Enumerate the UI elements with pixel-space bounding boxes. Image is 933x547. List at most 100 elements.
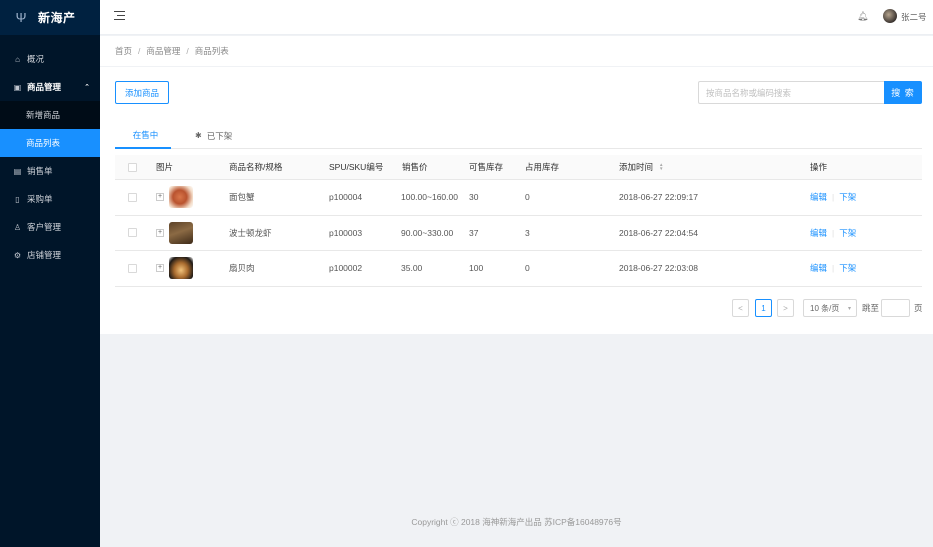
product-code: p100002	[329, 263, 363, 274]
user-name[interactable]: 张二号	[901, 11, 927, 23]
sidebar-item-label: 客户管理	[27, 222, 62, 232]
product-added-time: 2018-06-27 22:03:08	[619, 263, 698, 274]
product-reserved: 0	[525, 263, 530, 274]
sidebar-item-product-list[interactable]: 商品列表	[0, 129, 100, 157]
action-divider: |	[832, 227, 835, 238]
column-header-reserved: 占用库存	[525, 162, 560, 172]
sidebar-item-sales-order[interactable]: ▤ 销售单	[0, 157, 100, 185]
expand-row-button[interactable]: +	[156, 193, 164, 202]
file-icon: ▯	[15, 194, 20, 204]
sort-icon[interactable]: ▲ ▼	[659, 162, 663, 171]
row-checkbox[interactable]	[128, 192, 137, 202]
tab-label: 在售中	[132, 129, 159, 140]
sidebar-item-label: 新增商品	[26, 110, 61, 120]
tab-on-sale[interactable]: 在售中	[115, 122, 171, 149]
top-header: 🔔︎ 张二号	[100, 0, 933, 35]
row-checkbox[interactable]	[128, 263, 137, 273]
product-stock: 100	[469, 263, 484, 274]
page-size-select[interactable]: 10 条/页 ▾	[803, 299, 857, 317]
column-header-name: 商品名称/规格	[229, 162, 283, 172]
sidebar-item-label: 商品列表	[26, 138, 61, 148]
prev-page-button[interactable]: <	[732, 299, 749, 317]
product-name: 波士顿龙虾	[229, 227, 272, 238]
edit-link[interactable]: 编辑	[810, 191, 827, 203]
jump-page-input[interactable]	[881, 299, 910, 317]
main-content: 添加商品 搜 索 在售中 ✱ 已下架 图片 商品名称/规格 SPU/SKU编号 …	[100, 67, 933, 334]
offline-link[interactable]: 下架	[839, 227, 856, 239]
product-name: 扇贝肉	[229, 263, 255, 274]
product-image[interactable]	[169, 221, 193, 244]
search-button[interactable]: 搜 索	[884, 81, 922, 104]
android-icon: ✱	[195, 131, 202, 140]
chevron-up-icon: ⌃	[84, 84, 90, 91]
table-header: 图片 商品名称/规格 SPU/SKU编号 销售价 可售库存 占用库存 添加时间 …	[115, 155, 922, 180]
product-code: p100003	[329, 227, 363, 238]
product-added-time: 2018-06-27 22:04:54	[619, 227, 698, 238]
product-table: 图片 商品名称/规格 SPU/SKU编号 销售价 可售库存 占用库存 添加时间 …	[115, 155, 922, 287]
edit-link[interactable]: 编辑	[810, 262, 827, 274]
trident-icon: Ψ	[15, 9, 27, 25]
breadcrumb-product-management[interactable]: 商品管理	[146, 45, 180, 57]
setting-icon: ⚙	[13, 250, 22, 260]
table-icon: ▤	[13, 166, 22, 176]
expand-row-button[interactable]: +	[156, 228, 164, 237]
product-code: p100004	[329, 192, 363, 203]
breadcrumb-current: 商品列表	[194, 46, 229, 56]
shop-icon: ▣	[13, 82, 22, 92]
column-header-image: 图片	[156, 162, 174, 172]
product-price: 90.00~330.00	[401, 227, 454, 238]
home-icon: ⌂	[15, 54, 20, 64]
sidebar-item-stores[interactable]: ⚙ 店铺管理	[0, 241, 100, 269]
product-stock: 30	[469, 192, 479, 203]
menu-fold-icon[interactable]	[114, 11, 125, 21]
product-price: 100.00~160.00	[401, 192, 458, 203]
tab-off-shelf[interactable]: ✱ 已下架	[195, 122, 232, 149]
sidebar-item-label: 采购单	[27, 194, 53, 204]
product-reserved: 3	[525, 227, 530, 238]
edit-link[interactable]: 编辑	[810, 227, 827, 239]
bell-icon[interactable]: 🔔︎	[857, 11, 868, 22]
product-image[interactable]	[169, 186, 193, 209]
jump-suffix: 页	[914, 303, 923, 313]
breadcrumb-separator: /	[186, 46, 189, 56]
sidebar-item-label: 销售单	[27, 166, 53, 176]
brand-name: 新海产	[38, 11, 76, 25]
add-product-button[interactable]: 添加商品	[115, 81, 169, 104]
column-header-label: 添加时间	[619, 162, 654, 172]
expand-row-button[interactable]: +	[156, 264, 164, 273]
offline-link[interactable]: 下架	[839, 262, 856, 274]
search-input[interactable]	[698, 81, 885, 104]
product-name: 面包蟹	[229, 192, 255, 203]
select-all-checkbox[interactable]	[128, 162, 137, 172]
avatar[interactable]	[883, 9, 897, 23]
breadcrumb-home[interactable]: 首页	[115, 45, 132, 57]
column-header-stock: 可售库存	[469, 162, 504, 172]
product-price: 35.00	[401, 263, 423, 274]
column-header-actions: 操作	[810, 162, 828, 172]
table-row: + 扇贝肉 p100002 35.00 100 0 2018-06-27 22:…	[115, 251, 922, 287]
submenu-product: 新增商品 商品列表	[0, 101, 100, 157]
offline-link[interactable]: 下架	[839, 191, 856, 203]
sidebar-item-overview[interactable]: ⌂ 概况	[0, 45, 100, 73]
sidebar-item-customers[interactable]: ♙ 客户管理	[0, 213, 100, 241]
next-page-button[interactable]: >	[777, 299, 794, 317]
breadcrumb-separator: /	[138, 46, 141, 56]
row-checkbox[interactable]	[128, 228, 137, 238]
logo[interactable]: Ψ 新海产	[0, 0, 100, 35]
jump-label: 跳至	[862, 303, 880, 313]
sidebar-item-product-management[interactable]: ▣ 商品管理 ⌃	[0, 73, 100, 101]
page-1-button[interactable]: 1	[755, 299, 772, 317]
user-icon: ♙	[13, 222, 22, 232]
sidebar-item-add-product[interactable]: 新增商品	[0, 101, 100, 129]
product-stock: 37	[469, 227, 479, 238]
product-image[interactable]	[169, 257, 193, 280]
product-reserved: 0	[525, 192, 530, 203]
sidebar-item-label: 商品管理	[27, 82, 62, 92]
action-divider: |	[832, 192, 835, 203]
column-header-added[interactable]: 添加时间 ▲ ▼	[619, 155, 663, 179]
copyright-text: Copyright ⓒ 2018 海神新海产出品 苏ICP备16048976号	[411, 516, 622, 527]
table-row: + 面包蟹 p100004 100.00~160.00 30 0 2018-06…	[115, 180, 922, 216]
pagination: < 1 > 10 条/页 ▾ 跳至 页	[100, 299, 933, 317]
column-header-price: 销售价	[402, 162, 428, 172]
sidebar-item-purchase-order[interactable]: ▯ 采购单	[0, 185, 100, 213]
